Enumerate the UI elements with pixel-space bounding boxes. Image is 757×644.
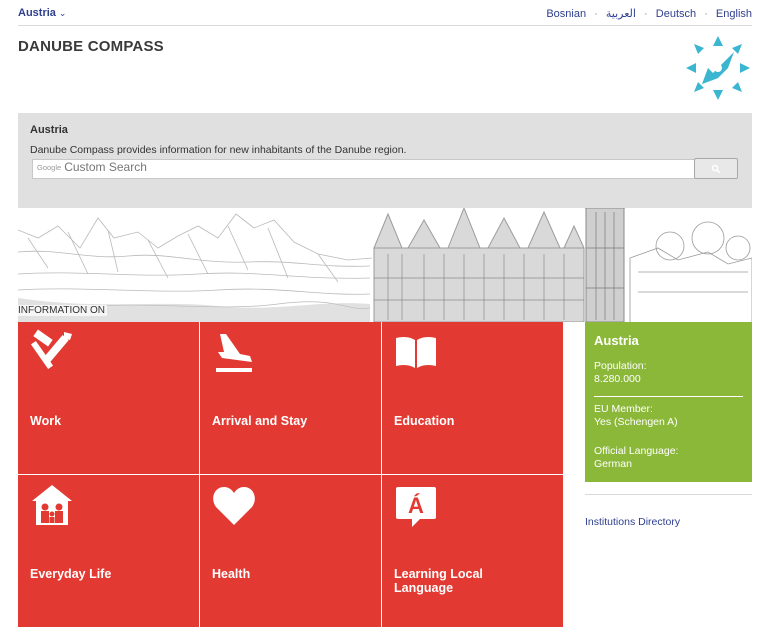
tile-everyday-life[interactable]: Everyday Life	[18, 475, 199, 627]
official-language-value: German	[594, 458, 632, 470]
language-switcher: Bosnian · العربية · Deutsch · English	[546, 7, 752, 20]
search-panel: Austria Danube Compass provides informat…	[18, 113, 752, 208]
language-separator: ·	[644, 8, 648, 20]
speech-bubble-icon: Á	[396, 487, 436, 527]
tile-language-label: Learning Local Language	[394, 567, 483, 595]
language-link-english[interactable]: English	[716, 8, 752, 20]
sidebar-divider	[585, 494, 752, 495]
svg-text:Á: Á	[408, 493, 424, 518]
banner-illustration	[18, 208, 752, 322]
tile-health-label: Health	[212, 567, 251, 581]
chevron-down-icon: ⌄	[58, 8, 67, 18]
tile-learning-local-language[interactable]: Á Learning Local Language	[382, 475, 563, 627]
search-panel-description: Danube Compass provides information for …	[30, 144, 407, 156]
tile-everyday-label: Everyday Life	[30, 567, 112, 581]
tools-icon	[30, 329, 72, 370]
population-label: Population:	[594, 360, 647, 372]
compass-icon[interactable]	[684, 34, 752, 102]
tile-work[interactable]: Work	[18, 322, 199, 474]
country-info-title: Austria	[594, 333, 639, 348]
eu-member-value: Yes (Schengen A)	[594, 416, 678, 428]
language-link-bosnian[interactable]: Bosnian	[546, 8, 586, 20]
search-input[interactable]: Google Custom Search	[32, 159, 699, 179]
section-label: INFORMATION ON	[18, 305, 108, 316]
country-info-box: Austria Population: 8.280.000 EU Member:…	[585, 322, 752, 482]
official-language-label: Official Language:	[594, 445, 679, 457]
eu-member-label: EU Member:	[594, 403, 653, 415]
search-icon	[711, 164, 721, 174]
country-selector[interactable]: Austria ⌄	[18, 7, 66, 19]
tile-arrival-and-stay[interactable]: Arrival and Stay	[200, 322, 381, 474]
google-brand-label: Google	[37, 163, 62, 172]
search-placeholder: Custom Search	[64, 160, 147, 174]
family-house-icon	[32, 485, 72, 525]
language-separator: ·	[704, 8, 708, 20]
search-button[interactable]	[694, 158, 738, 179]
language-link-arabic[interactable]: العربية	[606, 8, 636, 20]
country-selector-label: Austria	[18, 7, 56, 19]
topic-tiles: Work Arrival and Stay Education Everyday…	[18, 322, 563, 628]
language-separator: ·	[594, 8, 598, 20]
institutions-directory-link[interactable]: Institutions Directory	[585, 516, 680, 528]
language-link-deutsch[interactable]: Deutsch	[656, 8, 696, 20]
tile-work-label: Work	[30, 414, 62, 428]
top-bar: Austria ⌄ Bosnian · العربية · Deutsch · E…	[18, 6, 752, 26]
plane-landing-icon	[216, 334, 252, 372]
site-title[interactable]: DANUBE COMPASS	[18, 38, 164, 55]
tile-arrival-label: Arrival and Stay	[212, 414, 308, 428]
info-divider	[594, 396, 743, 397]
tile-health[interactable]: Health	[200, 475, 381, 627]
book-icon	[396, 336, 436, 368]
population-value: 8.280.000	[594, 373, 641, 385]
search-panel-title: Austria	[30, 124, 68, 136]
tile-education[interactable]: Education	[382, 322, 563, 474]
tile-education-label: Education	[394, 414, 455, 428]
heart-icon	[213, 487, 255, 525]
